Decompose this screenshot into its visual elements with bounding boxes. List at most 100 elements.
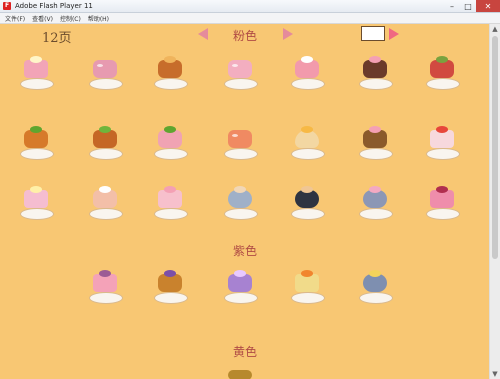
plate — [89, 148, 123, 160]
plate — [291, 78, 325, 90]
window-titlebar: F Adobe Flash Player 11 – □ ✕ — [0, 0, 500, 13]
garnish-topper — [436, 56, 448, 63]
brown-ice-cream-bowl[interactable] — [287, 182, 327, 222]
ice-cream-bowl[interactable] — [220, 182, 260, 222]
purple-pink-cake[interactable] — [85, 266, 125, 306]
fruit-topper — [436, 126, 448, 133]
pig-chocolate-dish[interactable] — [355, 122, 395, 162]
pig-topper — [369, 126, 381, 133]
minimize-button[interactable]: – — [444, 0, 460, 12]
pink-layer-cake[interactable] — [16, 52, 56, 92]
menu-bar: 文件(F) 查看(V) 控制(C) 帮助(H) — [0, 13, 500, 24]
food-body — [228, 370, 252, 379]
greens-topper — [164, 126, 176, 133]
shrimp-dish[interactable] — [220, 122, 260, 162]
greens-topper — [30, 126, 42, 133]
purple-bread-dish[interactable] — [150, 266, 190, 306]
go-arrow-icon[interactable] — [389, 28, 399, 40]
scoop-topper — [301, 186, 313, 193]
purple-dessert-stand[interactable] — [220, 266, 260, 306]
plate — [426, 208, 460, 220]
greens-topper — [99, 126, 111, 133]
partial-food-item[interactable] — [220, 366, 260, 379]
plate — [224, 148, 258, 160]
shine — [97, 64, 103, 67]
glaze-topper — [164, 56, 176, 63]
plate — [426, 148, 460, 160]
pig-layer-cake[interactable] — [150, 182, 190, 222]
mixed-fruit-bowl[interactable] — [355, 182, 395, 222]
shine — [232, 64, 238, 67]
plate — [20, 78, 54, 90]
plate — [154, 78, 188, 90]
flash-canvas: 12页 粉色 紫色 黄色 — [0, 24, 490, 379]
scroll-up-arrow-icon[interactable]: ▲ — [491, 25, 499, 33]
pink-swiss-roll[interactable] — [287, 52, 327, 92]
fruit-topper — [369, 186, 381, 193]
yellow-jelly-cake[interactable] — [287, 266, 327, 306]
fruit-topper — [301, 270, 313, 277]
scroll-down-arrow-icon[interactable]: ▼ — [491, 370, 499, 378]
berry-topper — [436, 186, 448, 193]
cream-topper — [99, 270, 111, 277]
roll-body — [93, 60, 117, 78]
yellow-fruit-bowl[interactable] — [355, 266, 395, 306]
plate — [154, 292, 188, 304]
fruit-cake[interactable] — [422, 122, 462, 162]
plate — [359, 292, 393, 304]
menu-file[interactable]: 文件(F) — [5, 14, 25, 23]
roast-chicken-dish[interactable] — [16, 122, 56, 162]
window-controls: – □ ✕ — [444, 0, 500, 12]
page-input[interactable] — [361, 26, 385, 41]
menu-view[interactable]: 查看(V) — [32, 14, 53, 23]
plate — [359, 78, 393, 90]
fruit-parfait[interactable] — [287, 122, 327, 162]
plate — [89, 208, 123, 220]
menu-control[interactable]: 控制(C) — [60, 14, 81, 23]
section-purple-title: 紫色 — [233, 244, 258, 258]
plate — [291, 292, 325, 304]
plate — [291, 208, 325, 220]
plate — [89, 78, 123, 90]
category-title: 粉色 — [233, 29, 258, 43]
window-title: Adobe Flash Player 11 — [15, 2, 93, 10]
next-arrow-icon[interactable] — [283, 28, 293, 40]
scoop-topper — [234, 186, 246, 193]
plate — [89, 292, 123, 304]
plate — [359, 148, 393, 160]
red-dish[interactable] — [422, 52, 462, 92]
pink-pastry-dish[interactable] — [220, 52, 260, 92]
menu-help[interactable]: 帮助(H) — [88, 14, 109, 23]
close-button[interactable]: ✕ — [476, 0, 500, 12]
berry-cake[interactable] — [422, 182, 462, 222]
cream-topper — [30, 56, 42, 63]
pink-roll-dish[interactable] — [85, 52, 125, 92]
pastry-body — [228, 60, 252, 78]
plate — [224, 292, 258, 304]
maximize-button[interactable]: □ — [460, 0, 476, 12]
page-label: 12页 — [42, 31, 72, 46]
plate — [154, 148, 188, 160]
brown-roast-dish[interactable] — [150, 52, 190, 92]
scrollbar-thumb[interactable] — [492, 36, 498, 259]
sprinkle-cake[interactable] — [16, 182, 56, 222]
plate — [224, 208, 258, 220]
plate — [359, 208, 393, 220]
flash-player-icon: F — [3, 2, 11, 10]
plate — [154, 208, 188, 220]
grape-topper — [164, 270, 176, 277]
cream-topper — [99, 186, 111, 193]
pig-cupcake[interactable] — [355, 52, 395, 92]
cream-puffs[interactable] — [85, 182, 125, 222]
vertical-scrollbar[interactable]: ▲ ▼ — [489, 24, 500, 379]
roast-duck-dish[interactable] — [85, 122, 125, 162]
plate — [426, 78, 460, 90]
ball-topper — [234, 270, 246, 277]
previous-arrow-icon[interactable] — [198, 28, 208, 40]
fruit-topper — [369, 270, 381, 277]
pig-topper — [164, 186, 176, 193]
shrimp-body — [228, 130, 252, 148]
plate — [291, 148, 325, 160]
pig-roast-dish[interactable] — [150, 122, 190, 162]
cream-topper — [301, 56, 313, 63]
